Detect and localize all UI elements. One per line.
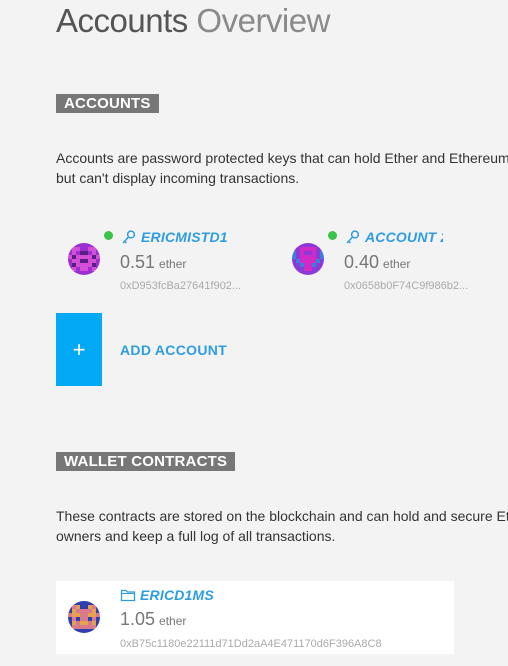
- online-status-dot: [104, 231, 113, 240]
- add-account-button[interactable]: +: [56, 313, 102, 386]
- key-icon: [346, 230, 360, 244]
- wallet-address: 0xB75c1180e22111d71Dd2aA4E471170d6F396A8…: [120, 638, 382, 650]
- folder-icon: [120, 589, 136, 602]
- wallet-balance-value: 1.05: [120, 609, 156, 629]
- accounts-description-line-1: Accounts are password protected keys tha…: [56, 150, 508, 166]
- wallets-description-line-1: These contracts are stored on the blockc…: [56, 508, 508, 524]
- account-address: 0xD953fcBa27641f902...: [120, 280, 242, 292]
- account-name[interactable]: ACCOUNT 2: [365, 229, 443, 245]
- account-address: 0x0658b0F74C9f986b2...: [344, 280, 469, 292]
- account-balance: 0.40 ether: [344, 252, 410, 273]
- wallet-name[interactable]: ERICD1MS: [140, 587, 214, 603]
- account-balance-value: 0.40: [344, 252, 380, 272]
- account-identicon: [68, 243, 100, 275]
- online-status-dot: [328, 231, 337, 240]
- wallets-description: These contracts are stored on the blockc…: [56, 506, 508, 546]
- account-name[interactable]: ERICMISTD1: [141, 229, 228, 245]
- page-title-main: Accounts: [56, 2, 188, 39]
- account-balance-unit: ether: [383, 257, 411, 271]
- account-identicon: [292, 243, 324, 275]
- page-title-sub: Overview: [196, 2, 330, 39]
- wallet-identicon: [68, 601, 100, 633]
- account-balance: 0.51 ether: [120, 252, 186, 273]
- accounts-description-line-2: but can't display incoming transactions.: [56, 170, 300, 186]
- accounts-section-tag: ACCOUNTS: [56, 94, 159, 113]
- accounts-description: Accounts are password protected keys tha…: [56, 148, 508, 188]
- account-balance-unit: ether: [159, 257, 187, 271]
- wallets-section-tag: WALLET CONTRACTS: [56, 452, 236, 471]
- add-account-label[interactable]: ADD ACCOUNT: [120, 342, 227, 358]
- page-title: Accounts Overview: [56, 2, 330, 40]
- account-balance-value: 0.51: [120, 252, 156, 272]
- wallet-balance: 1.05 ether: [120, 609, 186, 630]
- wallet-balance-unit: ether: [159, 614, 187, 628]
- wallets-description-line-2: owners and keep a full log of all transa…: [56, 528, 336, 544]
- key-icon: [122, 230, 136, 244]
